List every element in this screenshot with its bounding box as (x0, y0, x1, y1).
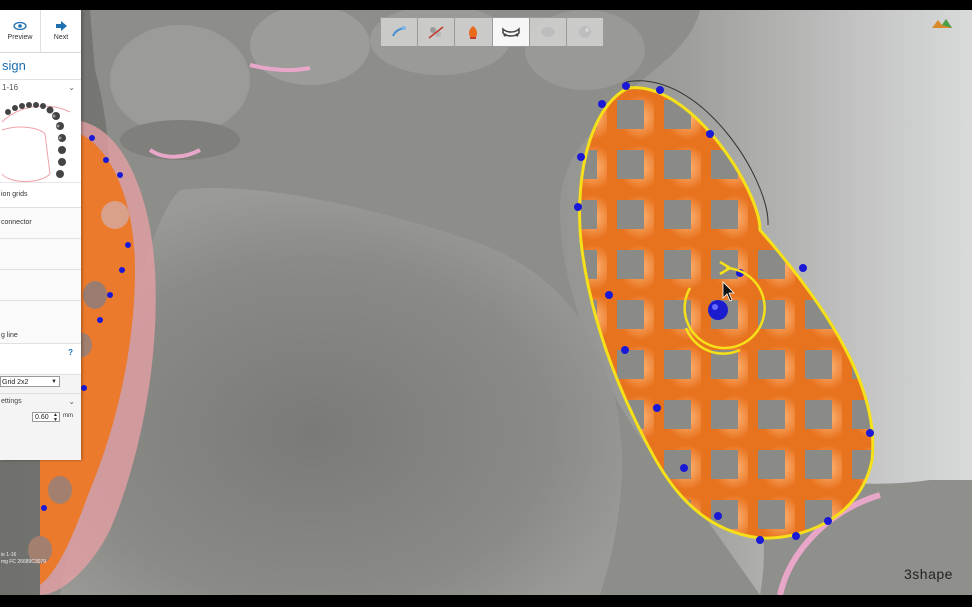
tooth-chart[interactable] (0, 94, 81, 183)
grid-hole (48, 476, 72, 504)
panel-toolbar: Preview Next (0, 10, 81, 53)
brand-logo: 3shape (904, 566, 953, 582)
chevron-down-icon: ⌄ (68, 396, 75, 406)
tool-item-label: ion grids (1, 191, 28, 198)
grid-hole (101, 201, 129, 229)
tooth-crown (110, 25, 250, 135)
finish-icon (578, 26, 591, 38)
preview-button[interactable]: Preview (0, 10, 40, 52)
thickness-value: 0.60 (35, 414, 49, 421)
grid-type-value: Grid 2x2 (2, 379, 29, 386)
settings-header[interactable]: ettings ⌄ (0, 393, 81, 408)
next-label: Next (53, 34, 69, 41)
tooth-shadow (120, 120, 240, 160)
teeth-selector[interactable]: 1-16 ⌄ (0, 80, 81, 94)
status-icon (932, 19, 952, 28)
tooth-chart-graphic (1, 102, 71, 182)
stepper-arrows-icon[interactable]: ▲ ▼ (53, 413, 58, 423)
case-line: mg FC 26689C3079 (1, 559, 47, 565)
major-connector-icon (501, 27, 520, 37)
tooth-model-icon (392, 26, 407, 37)
grid-hole (83, 281, 107, 309)
tool-model[interactable] (380, 17, 419, 47)
chevron-down-icon: ⌄ (68, 82, 75, 92)
chevron-down-icon: ▼ (51, 379, 57, 385)
settings-label: ettings (1, 397, 22, 405)
tool-retention[interactable] (529, 17, 567, 47)
shell-icon (540, 27, 555, 37)
tool-paint[interactable] (455, 17, 493, 47)
preview-label: Preview (7, 34, 33, 41)
thickness-unit: mm (63, 413, 73, 419)
tool-item[interactable] (0, 270, 81, 301)
tool-item-connector[interactable]: connector (0, 208, 81, 239)
wax-paint-icon (469, 26, 478, 39)
tool-item-retention-grids[interactable]: ion grids (0, 183, 81, 208)
arrow-right-icon (56, 21, 67, 31)
workflow-toolbar (380, 17, 605, 47)
tool-item-label: connector (1, 219, 32, 226)
design-panel: Preview Next sign 1-16 ⌄ ion grids conne… (0, 10, 81, 460)
tool-clasp[interactable] (418, 17, 456, 47)
grid-options: ? Grid 2x2 ▼ (0, 344, 81, 387)
3d-viewport[interactable] (0, 10, 972, 595)
help-icon[interactable]: ? (68, 348, 73, 357)
teeth-range: 1-16 (2, 82, 19, 92)
tool-item[interactable] (0, 239, 81, 270)
panel-section-title: sign (0, 53, 81, 80)
case-info: ie 1-16 mg FC 26689C3079 (1, 552, 46, 566)
grid-type-select[interactable]: Grid 2x2 ▼ (0, 376, 60, 387)
case-line: ie 1-16 (1, 552, 17, 558)
tool-finish[interactable] (566, 17, 605, 47)
next-button[interactable]: Next (40, 10, 81, 52)
tool-item-finish-line[interactable]: g line (0, 301, 81, 344)
eye-icon (13, 21, 27, 31)
clasp-icon (428, 26, 444, 39)
thickness-row: 0.60 ▲ ▼ mm (0, 408, 81, 428)
tool-connector[interactable] (492, 17, 530, 47)
tool-item-label: g line (1, 332, 18, 339)
letterbox-top (0, 0, 972, 10)
screen: Preview Next sign 1-16 ⌄ ion grids conne… (0, 0, 972, 607)
letterbox-bottom (0, 595, 972, 607)
thickness-stepper[interactable]: 0.60 ▲ ▼ (32, 412, 60, 423)
